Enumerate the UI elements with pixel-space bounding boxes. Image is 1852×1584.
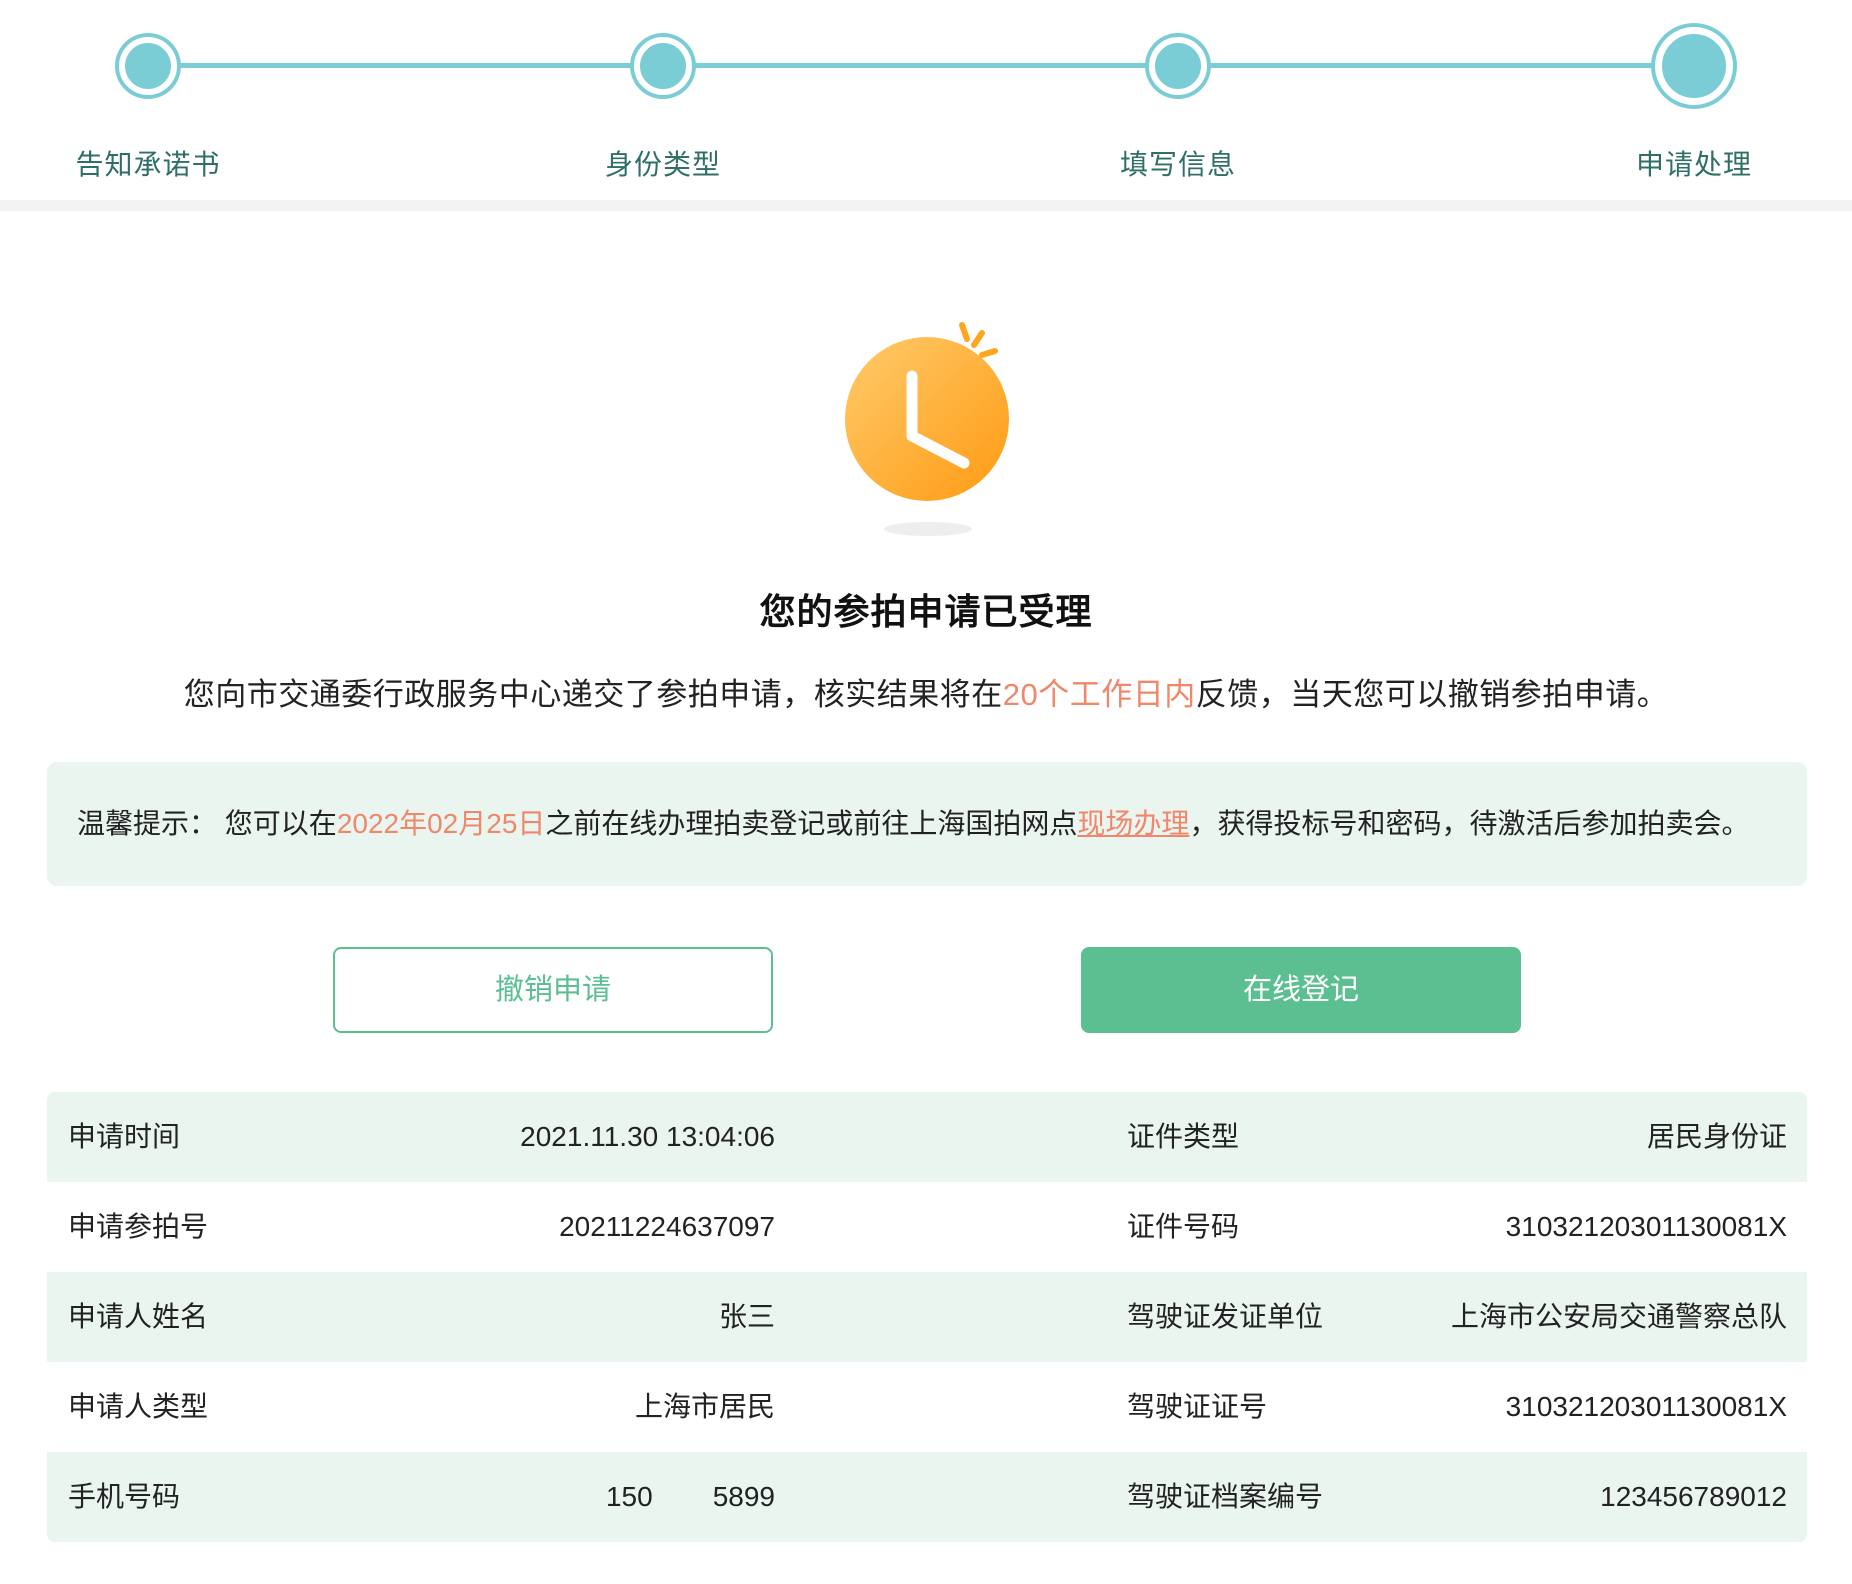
tip-date: 2022年02月25日: [336, 808, 546, 839]
desc-text: 反馈，当天您可以撤销参拍申请。: [1195, 677, 1669, 712]
step-dot-current-icon: [1655, 27, 1733, 105]
step-dot-icon: [119, 37, 177, 95]
row-value: 20211224637097: [559, 1211, 775, 1242]
step-label: 身份类型: [604, 149, 721, 180]
desc-highlight: 20个工作日内: [1002, 677, 1196, 712]
row-value: 2021.11.30 13:04:06: [520, 1121, 775, 1152]
row-value: 张三: [718, 1301, 775, 1332]
clock-icon: [840, 311, 1020, 541]
desc-text: 您向市交通委行政服务中心递交了参拍申请，核实结果将在: [183, 677, 1003, 712]
step-label: 申请处理: [1635, 149, 1752, 180]
row-label: 驾驶证发证单位: [1127, 1301, 1324, 1332]
progress-line: [148, 63, 1696, 68]
tip-text: 您可以在: [224, 808, 337, 839]
row-label: 驾驶证档案编号: [1127, 1481, 1324, 1512]
table-row: 申请人类型 上海市居民 驾驶证证号 31032120301130081X: [47, 1362, 1807, 1452]
row-label: 申请人类型: [68, 1391, 209, 1422]
step-label: 填写信息: [1119, 149, 1236, 180]
onsite-link[interactable]: 现场办理: [1077, 808, 1189, 839]
row-label: 手机号码: [68, 1481, 181, 1512]
info-table: 申请时间 2021.11.30 13:04:06 证件类型 居民身份证 申请参拍…: [47, 1092, 1807, 1542]
progress-steps: 告知承诺书 身份类型 填写信息 申请处理: [0, 0, 1852, 200]
tip-prefix: 温馨提示：: [77, 808, 218, 839]
row-label: 证件号码: [1127, 1211, 1240, 1242]
row-label: 证件类型: [1127, 1121, 1240, 1152]
row-value: 31032120301130081X: [1505, 1391, 1787, 1422]
tip-text: 之前在线办理拍卖登记或前往上海国拍网点: [545, 808, 1078, 839]
row-value: 123456789012: [1600, 1481, 1787, 1512]
table-row: 手机号码 150 5899 驾驶证档案编号 123456789012: [47, 1452, 1807, 1542]
table-row: 申请参拍号 20211224637097 证件号码 31032120301130…: [47, 1182, 1807, 1272]
online-register-button[interactable]: 在线登记: [1081, 947, 1521, 1033]
row-value: 上海市居民: [634, 1391, 775, 1422]
row-value: 上海市公安局交通警察总队: [1450, 1301, 1787, 1332]
result-title: 您的参拍申请已受理: [759, 591, 1093, 632]
result-section: 您的参拍申请已受理 您向市交通委行政服务中心递交了参拍申请，核实结果将在20个工…: [0, 211, 1852, 771]
phone-prefix: 150: [605, 1481, 653, 1512]
step-label: 告知承诺书: [75, 149, 221, 180]
phone-value: 150 5899: [606, 1452, 775, 1542]
cancel-application-button[interactable]: 撤销申请: [333, 947, 773, 1033]
tip-text: ，获得投标号和密码，待激活后参加拍卖会。: [1189, 808, 1750, 839]
step-dot-icon: [1149, 37, 1207, 95]
row-label: 申请人姓名: [68, 1301, 209, 1332]
row-label: 申请时间: [68, 1121, 181, 1152]
divider: [0, 200, 1852, 211]
row-label: 申请参拍号: [68, 1211, 209, 1242]
row-value: 居民身份证: [1646, 1121, 1787, 1152]
table-row: 申请人姓名 张三 驾驶证发证单位 上海市公安局交通警察总队: [47, 1272, 1807, 1362]
phone-suffix: 5899: [712, 1481, 775, 1512]
row-value: 31032120301130081X: [1505, 1211, 1787, 1242]
step-dot-icon: [634, 37, 692, 95]
table-row: 申请时间 2021.11.30 13:04:06 证件类型 居民身份证: [47, 1092, 1807, 1182]
tip-box: 温馨提示： 您可以在2022年02月25日之前在线办理拍卖登记或前往上海国拍网点…: [47, 762, 1807, 886]
row-label: 驾驶证证号: [1127, 1391, 1268, 1422]
result-description: 您向市交通委行政服务中心递交了参拍申请，核实结果将在20个工作日内反馈，当天您可…: [0, 669, 1852, 714]
